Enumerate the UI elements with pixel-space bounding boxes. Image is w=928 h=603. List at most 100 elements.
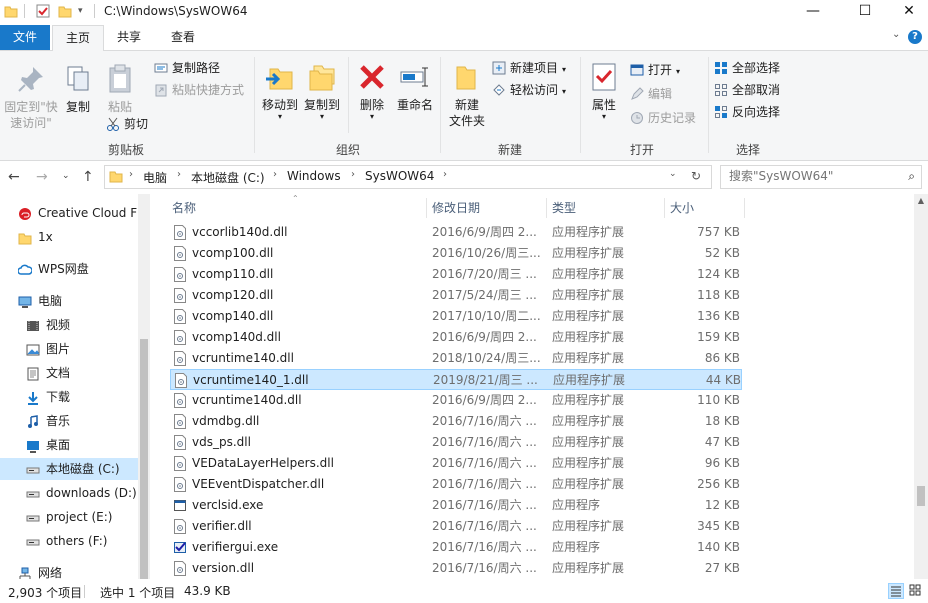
select-none-button[interactable]: 全部取消: [714, 81, 780, 101]
file-row[interactable]: vds_ps.dll 2016/7/16/周六 ... 应用程序扩展 47 KB: [170, 432, 742, 453]
file-row[interactable]: vcomp110.dll 2016/7/20/周三 ... 应用程序扩展 124 KB: [170, 264, 742, 285]
customize-quick-access-icon[interactable]: ▾: [78, 6, 92, 20]
file-row[interactable]: vdmdbg.dll 2016/7/16/周六 ... 应用程序扩展 18 KB: [170, 411, 742, 432]
file-row[interactable]: vcruntime140d.dll 2016/6/9/周四 2... 应用程序扩展 1…: [170, 390, 742, 411]
file-row[interactable]: version.dll 2016/7/16/周六 ... 应用程序扩展 27 KB: [170, 558, 742, 579]
paste-shortcut-icon: [154, 83, 168, 97]
new-folder-quick-icon[interactable]: [58, 4, 72, 18]
properties-label: 属性: [591, 98, 616, 112]
easy-access-button[interactable]: 轻松访问 ▾: [492, 81, 566, 101]
nav-item[interactable]: downloads (D:): [0, 482, 138, 504]
status-bar: 2,903 个项目 选中 1 个项目 43.9 KB: [0, 580, 928, 603]
search-input[interactable]: [729, 169, 899, 183]
nav-item[interactable]: 本地磁盘 (C:): [0, 458, 138, 480]
nav-item[interactable]: 桌面: [0, 434, 138, 456]
file-row[interactable]: verifiergui.exe 2016/7/16/周六 ... 应用程序 140 K…: [170, 537, 742, 558]
copy-path-button[interactable]: 复制路径: [154, 59, 220, 79]
column-header-name[interactable]: 名称: [166, 194, 428, 222]
nav-item[interactable]: 1x: [0, 226, 138, 248]
file-row[interactable]: verclsid.exe 2016/7/16/周六 ... 应用程序 12 KB: [170, 495, 742, 516]
tab-file[interactable]: 文件: [0, 25, 50, 50]
nav-scrollbar[interactable]: [138, 194, 150, 579]
nav-item[interactable]: 图片: [0, 338, 138, 360]
breadcrumb-local-disk[interactable]: 本地磁盘 (C:): [191, 169, 265, 186]
column-header-type[interactable]: 类型: [546, 194, 664, 222]
nav-item[interactable]: 电脑: [0, 290, 138, 312]
file-list-scrollbar[interactable]: ▲: [914, 194, 928, 579]
drive-icon: [26, 462, 40, 476]
file-row[interactable]: vcomp140d.dll 2016/6/9/周四 2... 应用程序扩展 159 K…: [170, 327, 742, 348]
paste-shortcut-button[interactable]: 粘贴快捷方式: [154, 81, 244, 101]
nav-item[interactable]: project (E:): [0, 506, 138, 528]
large-icons-view-icon[interactable]: [908, 583, 924, 599]
file-list-scrollbar-thumb[interactable]: [917, 486, 925, 506]
file-row[interactable]: vcomp100.dll 2016/10/26/周三... 应用程序扩展 52 KB: [170, 243, 742, 264]
back-arrow-icon[interactable]: ←: [8, 169, 20, 185]
pin-quick-access-button[interactable]: 固定到"快 速访问": [2, 63, 60, 131]
close-button[interactable]: ✕: [886, 0, 928, 25]
history-button[interactable]: 历史记录: [630, 109, 696, 129]
select-group-label: 选择: [735, 143, 760, 157]
nav-item[interactable]: 网络: [0, 562, 138, 579]
properties-check-icon[interactable]: [36, 4, 50, 18]
file-row[interactable]: vcomp140.dll 2017/10/10/周二... 应用程序扩展 136 KB: [170, 306, 742, 327]
cut-button[interactable]: 剪切: [106, 115, 148, 135]
rename-button[interactable]: 重命名: [394, 61, 436, 113]
invert-selection-button[interactable]: 反向选择: [714, 103, 780, 123]
address-bar[interactable]: › 电脑 › 本地磁盘 (C:) › Windows › SysWOW64 › …: [104, 165, 712, 189]
scroll-up-icon[interactable]: ▲: [914, 196, 928, 205]
nav-scrollbar-thumb[interactable]: [140, 339, 148, 579]
dll-icon: [174, 309, 186, 324]
clipboard-group-label: 剪贴板: [107, 143, 144, 157]
breadcrumb-syswow64[interactable]: SysWOW64: [365, 169, 434, 183]
forward-arrow-icon[interactable]: →: [36, 169, 48, 185]
copy-button[interactable]: 复制: [60, 63, 96, 115]
tab-share[interactable]: 共享: [104, 25, 154, 50]
search-box[interactable]: ⌕: [720, 165, 922, 189]
nav-item[interactable]: 视频: [0, 314, 138, 336]
tab-view[interactable]: 查看: [156, 25, 210, 50]
new-folder-button[interactable]: 新建 文件夹: [446, 61, 488, 129]
address-dropdown-icon[interactable]: ⌄: [669, 169, 677, 179]
breadcrumb-computer[interactable]: 电脑: [143, 169, 167, 186]
edit-button[interactable]: 编辑: [630, 85, 672, 105]
refresh-icon[interactable]: ↻: [691, 169, 701, 183]
pin-icon: [15, 63, 47, 95]
copy-to-button[interactable]: 复制到 ▾: [302, 61, 342, 121]
file-row[interactable]: vcruntime140_1.dll 2019/8/21/周三 ... 应用程序扩展…: [170, 369, 742, 390]
new-item-button[interactable]: 新建项目 ▾: [492, 59, 566, 79]
nav-item[interactable]: 下载: [0, 386, 138, 408]
nav-item[interactable]: 文档: [0, 362, 138, 384]
rename-icon: [399, 61, 431, 93]
open-button[interactable]: 打开 ▾: [630, 61, 680, 81]
column-header-size[interactable]: 大小: [664, 194, 744, 222]
properties-button[interactable]: 属性 ▾: [586, 61, 622, 121]
file-row[interactable]: VEEventDispatcher.dll 2016/7/16/周六 ... 应用程…: [170, 474, 742, 495]
move-to-button[interactable]: 移动到 ▾: [260, 61, 300, 121]
nav-item[interactable]: 音乐: [0, 410, 138, 432]
nav-item[interactable]: WPS网盘: [0, 258, 138, 280]
details-view-icon[interactable]: [888, 583, 904, 599]
column-header-date[interactable]: 修改日期: [426, 194, 546, 222]
minimize-button[interactable]: —: [790, 0, 836, 25]
file-size: 118 KB: [697, 288, 740, 302]
nav-item[interactable]: Creative Cloud F: [0, 202, 138, 224]
file-row[interactable]: vccorlib140d.dll 2016/6/9/周四 2... 应用程序扩展 75…: [170, 222, 742, 243]
recent-locations-icon[interactable]: ⌄: [62, 171, 70, 181]
file-row[interactable]: vcruntime140.dll 2018/10/24/周三... 应用程序扩展 86…: [170, 348, 742, 369]
collapse-ribbon-icon[interactable]: ⌄: [892, 29, 900, 40]
file-row[interactable]: verifier.dll 2016/7/16/周六 ... 应用程序扩展 345 KB: [170, 516, 742, 537]
help-icon[interactable]: ?: [908, 30, 922, 44]
file-type: 应用程序扩展: [552, 519, 625, 533]
delete-button[interactable]: 删除 ▾: [354, 61, 390, 121]
file-row[interactable]: vcomp120.dll 2017/5/24/周三 ... 应用程序扩展 118 KB: [170, 285, 742, 306]
tab-home[interactable]: 主页: [52, 25, 104, 51]
up-arrow-icon[interactable]: ↑: [82, 169, 94, 185]
nav-item[interactable]: others (F:): [0, 530, 138, 552]
paste-button[interactable]: 粘贴: [102, 63, 138, 115]
maximize-button[interactable]: ☐: [842, 0, 888, 25]
select-all-button[interactable]: 全部选择: [714, 59, 780, 79]
breadcrumb-windows[interactable]: Windows: [287, 169, 341, 183]
search-icon[interactable]: ⌕: [908, 169, 915, 184]
file-row[interactable]: VEDataLayerHelpers.dll 2016/7/16/周六 ... 应用…: [170, 453, 742, 474]
